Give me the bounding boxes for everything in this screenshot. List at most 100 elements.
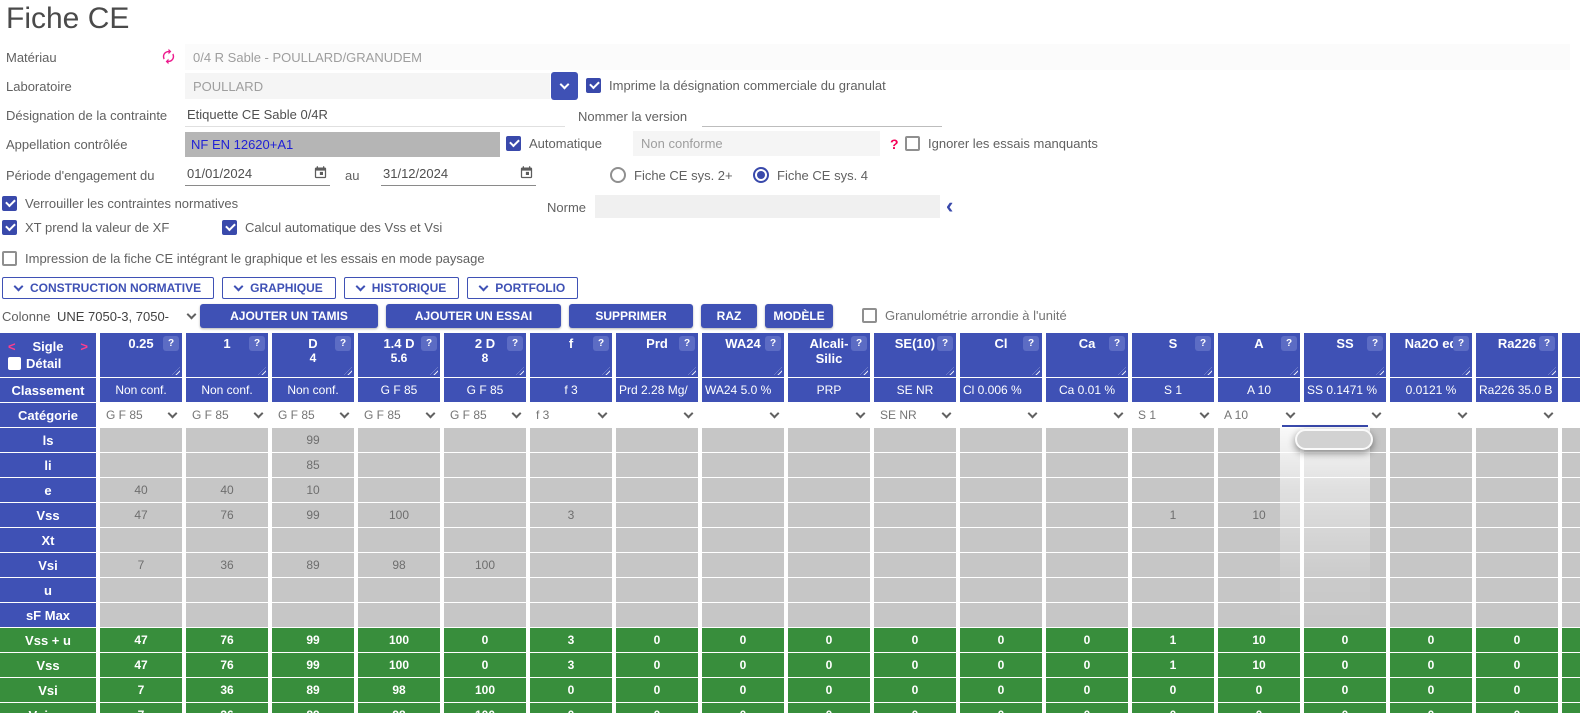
value-cell[interactable] — [1390, 603, 1472, 627]
tab-construction-normative[interactable]: CONSTRUCTION NORMATIVE — [2, 277, 214, 299]
value-cell[interactable] — [702, 578, 784, 602]
value-cell[interactable] — [1390, 528, 1472, 552]
value-cell[interactable] — [1132, 453, 1214, 477]
value-cell[interactable] — [874, 603, 956, 627]
column-help-badge[interactable]: ? — [421, 336, 437, 351]
value-cell[interactable] — [1390, 503, 1472, 527]
column-header-2 D[interactable]: 2 D8? — [444, 333, 526, 377]
value-cell[interactable] — [788, 603, 870, 627]
value-cell[interactable] — [530, 528, 612, 552]
verrouiller-checkbox[interactable] — [2, 196, 17, 211]
column-resize-handle[interactable] — [860, 367, 868, 375]
categorie-select[interactable]: A 10 — [1218, 403, 1300, 427]
value-cell[interactable] — [272, 603, 354, 627]
column-header-0.25[interactable]: 0.25? — [100, 333, 182, 377]
value-cell[interactable] — [616, 578, 698, 602]
value-cell[interactable] — [1132, 578, 1214, 602]
calendar-icon[interactable] — [519, 165, 534, 183]
colonne-select[interactable]: UNE 7050-3, 7050- — [57, 305, 195, 327]
value-cell[interactable] — [616, 603, 698, 627]
value-cell[interactable] — [702, 603, 784, 627]
categorie-select[interactable] — [1304, 403, 1386, 427]
periode-from-input[interactable]: 01/01/2024 — [185, 162, 330, 186]
column-header-f[interactable]: f? — [530, 333, 612, 377]
value-cell[interactable] — [788, 553, 870, 577]
value-cell[interactable] — [960, 603, 1042, 627]
column-header-Ra226[interactable]: Ra226? — [1476, 333, 1558, 377]
value-cell[interactable] — [960, 578, 1042, 602]
value-cell[interactable]: 47 — [100, 503, 182, 527]
value-cell[interactable] — [702, 428, 784, 452]
value-cell[interactable]: 98 — [358, 553, 440, 577]
column-help-badge[interactable]: ? — [335, 336, 351, 351]
value-cell[interactable] — [1132, 553, 1214, 577]
column-header-Alcali-Silic[interactable]: Alcali-Silic? — [788, 333, 870, 377]
value-cell[interactable] — [1476, 503, 1558, 527]
categorie-select[interactable] — [788, 403, 870, 427]
value-cell[interactable] — [1046, 453, 1128, 477]
categorie-select[interactable] — [1476, 403, 1558, 427]
column-help-badge[interactable]: ? — [593, 336, 609, 351]
value-cell[interactable]: 36 — [186, 553, 268, 577]
supprimer-button[interactable]: SUPPRIMER — [569, 304, 693, 328]
value-cell[interactable] — [358, 528, 440, 552]
value-cell[interactable] — [1132, 528, 1214, 552]
column-header-S[interactable]: S? — [1132, 333, 1214, 377]
column-help-badge[interactable]: ? — [1453, 336, 1469, 351]
value-cell[interactable] — [272, 578, 354, 602]
column-help-badge[interactable]: ? — [765, 336, 781, 351]
refresh-icon[interactable] — [160, 48, 177, 70]
column-resize-handle[interactable] — [1376, 367, 1384, 375]
value-cell[interactable] — [530, 553, 612, 577]
value-cell[interactable] — [1046, 503, 1128, 527]
categorie-select[interactable]: f 3 — [530, 403, 612, 427]
value-cell[interactable] — [1390, 553, 1472, 577]
value-cell[interactable] — [960, 528, 1042, 552]
value-cell[interactable] — [874, 503, 956, 527]
value-cell[interactable] — [1390, 578, 1472, 602]
categorie-select[interactable]: G F 85 — [272, 403, 354, 427]
value-cell[interactable] — [1132, 603, 1214, 627]
column-resize-handle[interactable] — [516, 367, 524, 375]
column-resize-handle[interactable] — [1204, 367, 1212, 375]
categorie-select[interactable] — [1562, 403, 1580, 427]
value-cell[interactable] — [960, 428, 1042, 452]
next-sigle-arrow[interactable]: > — [80, 339, 88, 354]
value-cell[interactable] — [1046, 578, 1128, 602]
column-resize-handle[interactable] — [172, 367, 180, 375]
xt-checkbox[interactable] — [2, 220, 17, 235]
column-resize-handle[interactable] — [258, 367, 266, 375]
arrondie-checkbox[interactable] — [862, 308, 877, 323]
value-cell[interactable] — [1562, 453, 1580, 477]
column-help-badge[interactable]: ? — [249, 336, 265, 351]
value-cell[interactable] — [186, 453, 268, 477]
value-cell[interactable] — [186, 578, 268, 602]
column-header-Th[interactable]: Th? — [1562, 333, 1580, 377]
value-cell[interactable] — [1562, 503, 1580, 527]
value-cell[interactable] — [358, 428, 440, 452]
categorie-select[interactable] — [1046, 403, 1128, 427]
value-cell[interactable] — [1132, 478, 1214, 502]
calcul-checkbox[interactable] — [222, 220, 237, 235]
column-header-D[interactable]: D4? — [272, 333, 354, 377]
value-cell[interactable] — [1562, 428, 1580, 452]
value-cell[interactable]: 89 — [272, 553, 354, 577]
column-resize-handle[interactable] — [688, 367, 696, 375]
value-cell[interactable] — [100, 453, 182, 477]
value-cell[interactable] — [1476, 478, 1558, 502]
value-cell[interactable] — [100, 603, 182, 627]
designation-input[interactable]: Etiquette CE Sable 0/4R — [185, 103, 565, 127]
value-cell[interactable] — [788, 528, 870, 552]
column-help-badge[interactable]: ? — [937, 336, 953, 351]
value-cell[interactable] — [358, 453, 440, 477]
modele-button[interactable]: MODÈLE — [765, 304, 833, 328]
value-cell[interactable] — [788, 578, 870, 602]
value-cell[interactable] — [788, 503, 870, 527]
automatique-checkbox[interactable] — [506, 136, 521, 151]
value-cell[interactable] — [272, 528, 354, 552]
value-cell[interactable] — [1046, 553, 1128, 577]
value-cell[interactable] — [444, 453, 526, 477]
value-cell[interactable] — [444, 478, 526, 502]
value-cell[interactable] — [960, 503, 1042, 527]
prev-sigle-arrow[interactable]: < — [8, 339, 16, 354]
